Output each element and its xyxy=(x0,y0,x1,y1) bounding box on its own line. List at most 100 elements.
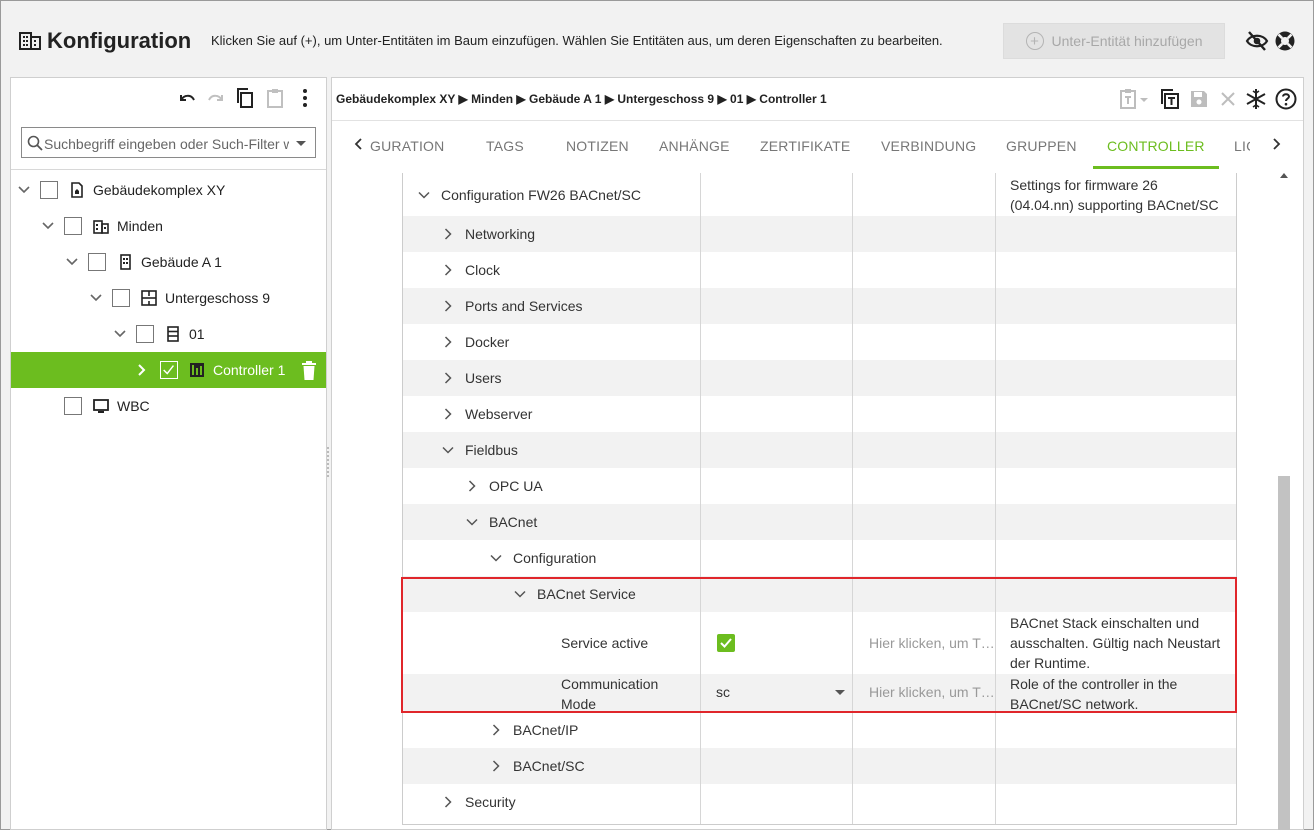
chevron-down-icon[interactable] xyxy=(466,516,478,528)
chevron-down-icon[interactable] xyxy=(490,552,502,564)
tab-verbindung[interactable]: VERBINDUNG xyxy=(881,138,976,154)
chevron-left-icon[interactable] xyxy=(352,137,366,151)
service-active-checkbox[interactable] xyxy=(717,634,735,652)
tree-checkbox[interactable] xyxy=(136,325,154,343)
chevron-right-icon[interactable] xyxy=(1269,137,1283,151)
chevron-down-icon[interactable] xyxy=(442,444,454,456)
breadcrumb-separator: ▶ xyxy=(746,92,756,106)
tree-item-01[interactable]: 01 xyxy=(11,316,326,352)
grid-row[interactable]: Clock xyxy=(403,252,1236,288)
chevron-right-icon[interactable] xyxy=(466,480,478,492)
vertical-scrollbar[interactable] xyxy=(1278,168,1290,830)
value-placeholder[interactable]: Hier klicken, um T… xyxy=(869,684,995,700)
chevron-down-icon[interactable] xyxy=(65,255,79,269)
grid-row[interactable]: OPC UA xyxy=(403,468,1236,504)
hide-eye-icon[interactable] xyxy=(1245,30,1269,52)
grid-row[interactable]: Service active Hier klicken, um T… BACne… xyxy=(403,612,1236,674)
description-line: (04.04.nn) supporting BACnet/SC xyxy=(1010,197,1219,213)
grid-row[interactable]: Docker xyxy=(403,324,1236,360)
tab-lizenzen[interactable]: LIC xyxy=(1234,138,1250,154)
tree-checkbox[interactable] xyxy=(88,253,106,271)
chevron-right-icon[interactable] xyxy=(442,408,454,420)
chevron-right-icon[interactable] xyxy=(442,372,454,384)
breadcrumb-item[interactable]: Gebäude A 1 xyxy=(529,92,601,106)
help-circle-icon[interactable] xyxy=(1275,88,1297,110)
copy-template-icon[interactable] xyxy=(1159,88,1181,110)
scroll-up-arrow[interactable] xyxy=(1280,173,1288,178)
chevron-right-icon[interactable] xyxy=(442,796,454,808)
redo-icon[interactable] xyxy=(205,87,227,109)
value-placeholder[interactable]: Hier klicken, um T… xyxy=(869,635,995,651)
close-icon[interactable] xyxy=(1217,88,1239,110)
tree-checkbox[interactable] xyxy=(40,181,58,199)
tree-item-untergeschoss-9[interactable]: Untergeschoss 9 xyxy=(11,280,326,316)
grid-row[interactable]: Configuration FW26 BACnet/SC Settings fo… xyxy=(403,173,1236,216)
more-vertical-icon[interactable] xyxy=(294,87,316,109)
tab-controller[interactable]: CONTROLLER xyxy=(1107,138,1205,154)
grid-row[interactable]: Webserver xyxy=(403,396,1236,432)
snowflake-icon[interactable] xyxy=(1245,88,1267,110)
paste-icon[interactable] xyxy=(264,87,286,109)
tab-notizen[interactable]: NOTIZEN xyxy=(566,138,629,154)
breadcrumb-item[interactable]: Minden xyxy=(471,92,513,106)
chevron-right-icon[interactable] xyxy=(442,228,454,240)
tree-checkbox[interactable] xyxy=(64,397,82,415)
paste-template-icon[interactable] xyxy=(1119,88,1151,110)
breadcrumb-item[interactable]: Untergeschoss 9 xyxy=(617,92,714,106)
panel-splitter[interactable] xyxy=(326,445,330,479)
chevron-right-icon[interactable] xyxy=(442,336,454,348)
tree-checkbox[interactable] xyxy=(112,289,130,307)
chevron-down-icon[interactable] xyxy=(418,189,430,201)
chevron-down-icon[interactable] xyxy=(296,141,306,146)
copy-icon[interactable] xyxy=(234,87,256,109)
breadcrumb-separator: ▶ xyxy=(604,92,615,106)
trash-icon[interactable] xyxy=(301,361,317,380)
grid-row[interactable]: Configuration xyxy=(403,540,1236,576)
property-name-line: Communication xyxy=(561,676,659,692)
save-icon[interactable] xyxy=(1188,88,1210,110)
chevron-down-icon[interactable] xyxy=(514,588,526,600)
scrollbar-thumb[interactable] xyxy=(1278,476,1290,830)
chevron-right-icon[interactable] xyxy=(490,724,502,736)
grid-row[interactable]: BACnet/IP xyxy=(403,712,1236,748)
add-sub-entity-button[interactable]: + Unter-Entität hinzufügen xyxy=(1003,23,1225,59)
property-name: Configuration FW26 BACnet/SC xyxy=(441,187,641,203)
help-lifebuoy-icon[interactable] xyxy=(1274,30,1296,52)
chevron-right-icon[interactable] xyxy=(442,300,454,312)
chevron-down-icon[interactable] xyxy=(17,183,31,197)
grid-row[interactable]: Users xyxy=(403,360,1236,396)
undo-icon[interactable] xyxy=(176,87,198,109)
communication-mode-select[interactable]: sc xyxy=(716,684,730,700)
chevron-down-icon[interactable] xyxy=(41,219,55,233)
tree-item-controller-1[interactable]: Controller 1 xyxy=(11,352,326,388)
tab-zertifikate[interactable]: ZERTIFIKATE xyxy=(760,138,850,154)
grid-row[interactable]: Networking xyxy=(403,216,1236,252)
search-input[interactable]: Suchbegriff eingeben oder Such-Filter wä… xyxy=(21,127,316,158)
grid-row[interactable]: Fieldbus xyxy=(403,432,1236,468)
chevron-down-icon[interactable] xyxy=(113,327,127,341)
tab-gruppen[interactable]: GRUPPEN xyxy=(1006,138,1077,154)
grid-row[interactable]: Ports and Services xyxy=(403,288,1236,324)
breadcrumb-item[interactable]: Gebäudekomplex XY xyxy=(336,92,455,106)
tree-checkbox-checked[interactable] xyxy=(160,361,178,379)
tree-item-gebaeudekomplex[interactable]: Gebäudekomplex XY xyxy=(11,172,326,208)
tab-tags[interactable]: TAGS xyxy=(486,138,524,154)
grid-row[interactable]: BACnet xyxy=(403,504,1236,540)
chevron-down-icon[interactable] xyxy=(89,291,103,305)
chevron-down-icon[interactable] xyxy=(835,690,845,695)
chevron-right-icon[interactable] xyxy=(490,760,502,772)
tab-konfiguration[interactable]: GURATION xyxy=(370,138,444,154)
tree-item-minden[interactable]: Minden xyxy=(11,208,326,244)
grid-row[interactable]: BACnet/SC xyxy=(403,748,1236,784)
tree-item-gebaeude-a1[interactable]: Gebäude A 1 xyxy=(11,244,326,280)
chevron-right-icon[interactable] xyxy=(135,363,149,377)
grid-row[interactable]: Communication Mode sc Hier klicken, um T… xyxy=(403,674,1236,712)
breadcrumb-item[interactable]: 01 xyxy=(730,92,743,106)
chevron-right-icon[interactable] xyxy=(442,264,454,276)
tree-item-wbc[interactable]: WBC xyxy=(11,388,326,424)
grid-row[interactable]: Security xyxy=(403,784,1236,820)
breadcrumb-item[interactable]: Controller 1 xyxy=(759,92,826,106)
tab-anhaenge[interactable]: ANHÄNGE xyxy=(659,138,730,154)
tree-checkbox[interactable] xyxy=(64,217,82,235)
grid-row[interactable]: BACnet Service xyxy=(403,576,1236,612)
